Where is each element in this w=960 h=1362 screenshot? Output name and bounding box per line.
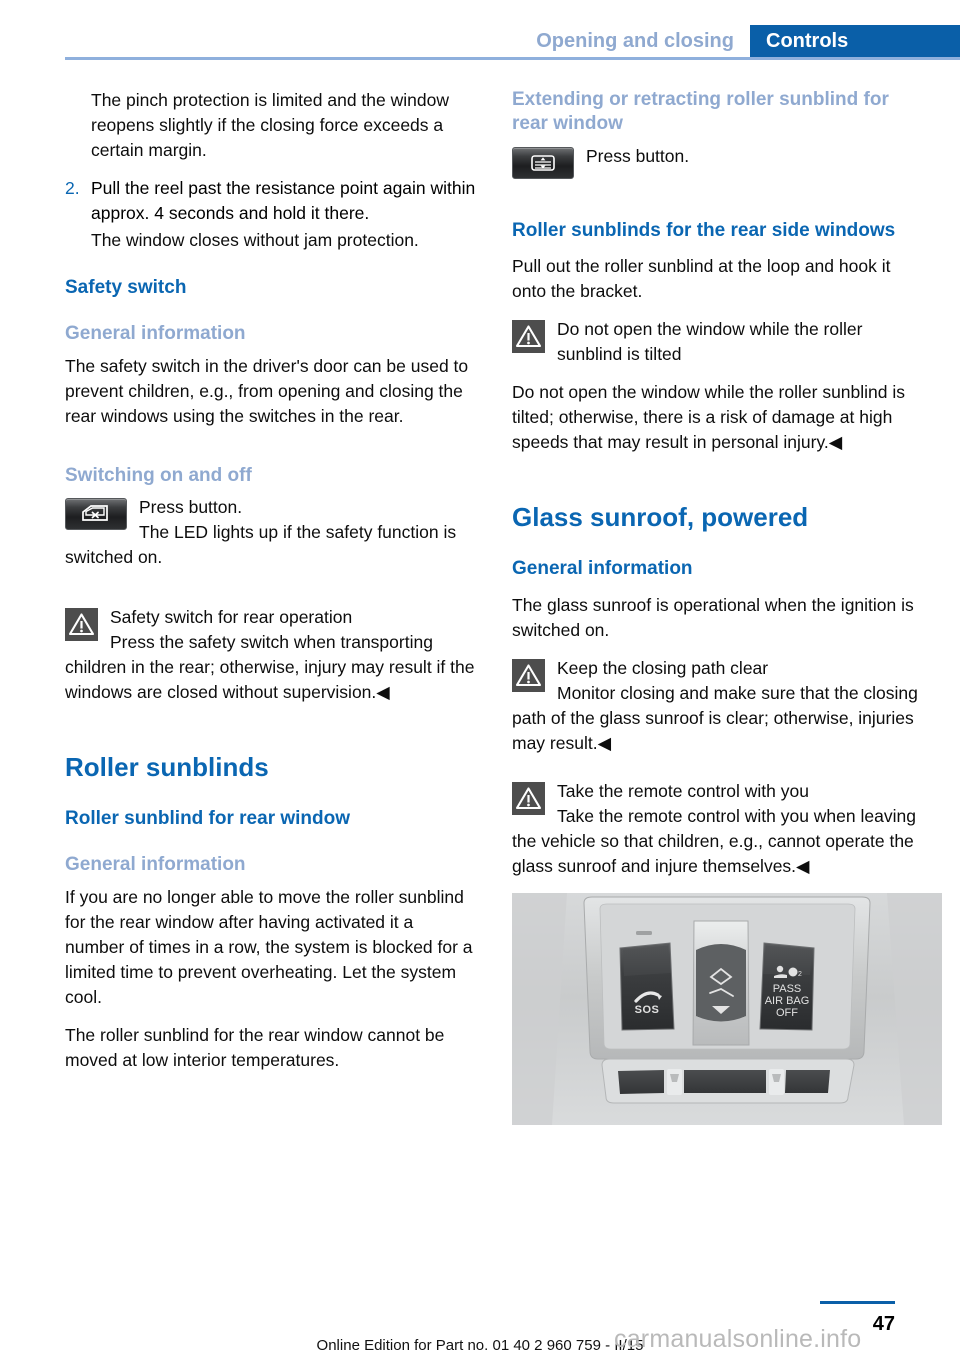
airbag-label-line2: AIR BAG xyxy=(765,995,810,1007)
edition-notice: Online Edition for Part no. 01 40 2 960 … xyxy=(316,1337,644,1354)
paragraph-sunroof-operational: The glass sunroof is operational when th… xyxy=(512,595,914,641)
heading-general-information-2: General information xyxy=(65,854,246,876)
safety-switch-button-icon xyxy=(65,498,127,531)
heading-general-information: General information xyxy=(65,322,246,344)
page-header: Opening and closing Controls xyxy=(0,0,960,60)
airbag-label-line3: OFF xyxy=(776,1007,798,1019)
heading-general-information: General information xyxy=(512,558,693,580)
overhead-console-photo: SOS 2 PASS AIR BAG OFF xyxy=(512,893,942,1126)
warning-triangle-icon xyxy=(512,320,545,354)
warning-title: Keep the closing path clear xyxy=(557,658,769,679)
header-divider xyxy=(65,57,960,60)
heading-safety-switch: Safety switch xyxy=(65,277,187,298)
warning-keep-closing-path-clear: Keep the closing path clear Monitor clos… xyxy=(512,656,924,756)
heading-roller-sunblinds-rear-side-windows: Roller sunblinds for the rear side windo… xyxy=(512,219,896,241)
heading-switching-on-and-off: Switching on and off xyxy=(65,464,252,486)
warning-body: Monitor closing and make sure that the c… xyxy=(512,683,918,754)
left-column: The pinch protection is limited and the … xyxy=(65,88,477,1086)
footer-divider xyxy=(820,1301,895,1304)
page-footer: 47 Online Edition for Part no. 01 40 2 9… xyxy=(0,1282,960,1362)
warning-body: Press the safety switch when transportin… xyxy=(65,632,475,703)
page-number: 47 xyxy=(872,1313,895,1335)
paragraph-low-temperature: The roller sunblind for the rear window … xyxy=(65,1024,445,1070)
heading-roller-sunblinds: Roller sunblinds xyxy=(65,752,269,783)
warning-triangle-icon xyxy=(512,659,545,693)
paragraph-pinch-protection: The pinch protection is limited and the … xyxy=(91,90,449,160)
numbered-step-2: 2. Pull the reel past the resistance poi… xyxy=(65,176,477,226)
heading-glass-sunroof-powered: Glass sunroof, powered xyxy=(512,502,809,533)
warning-title: Safety switch for rear operation xyxy=(110,607,353,628)
instruction-press-button-safety: Press button. The LED lights up if the s… xyxy=(65,495,477,570)
right-column: Extending or retracting roller sunblind … xyxy=(512,88,942,1126)
warning-body-do-not-open-window: Do not open the window while the roller … xyxy=(512,382,906,453)
warning-take-remote-control: Take the remote control with you Take th… xyxy=(512,779,924,879)
heading-extending-retracting-roller-sunblind: Extending or retracting roller sunblind … xyxy=(512,89,889,134)
svg-text:2: 2 xyxy=(798,971,802,978)
step-text: Pull the reel past the resistance point … xyxy=(91,178,476,223)
breadcrumb-section: Controls xyxy=(750,25,960,58)
warning-safety-switch-rear: Safety switch for rear operation Press t… xyxy=(65,605,477,705)
warning-body: Take the remote control with you when le… xyxy=(512,806,916,877)
warning-title: Do not open the window while the roller … xyxy=(557,319,863,365)
paragraph-step2-result: The window closes without jam protection… xyxy=(91,230,419,250)
instruction-press-button-sunblind: Press button. xyxy=(512,144,924,184)
step-number: 2. xyxy=(65,178,80,198)
warning-title: Take the remote control with you xyxy=(557,781,809,802)
breadcrumb: Opening and closing Controls xyxy=(536,25,960,58)
paragraph-system-blocked: If you are no longer able to move the ro… xyxy=(65,886,473,1007)
warning-triangle-icon xyxy=(512,782,545,816)
airbag-label-line1: PASS xyxy=(773,983,802,995)
roller-sunblind-button-icon xyxy=(512,146,574,179)
breadcrumb-chapter: Opening and closing xyxy=(536,30,734,52)
paragraph-pull-out-sunblind: Pull out the roller sunblind at the loop… xyxy=(512,256,891,302)
paragraph-safety-switch: The safety switch in the driver's door c… xyxy=(65,355,469,426)
heading-roller-sunblind-rear-window: Roller sunblind for rear window xyxy=(65,808,351,830)
sos-button-label: SOS xyxy=(635,1004,660,1016)
warning-do-not-open-window: Do not open the window while the roller … xyxy=(512,317,924,367)
warning-triangle-icon xyxy=(65,608,98,642)
